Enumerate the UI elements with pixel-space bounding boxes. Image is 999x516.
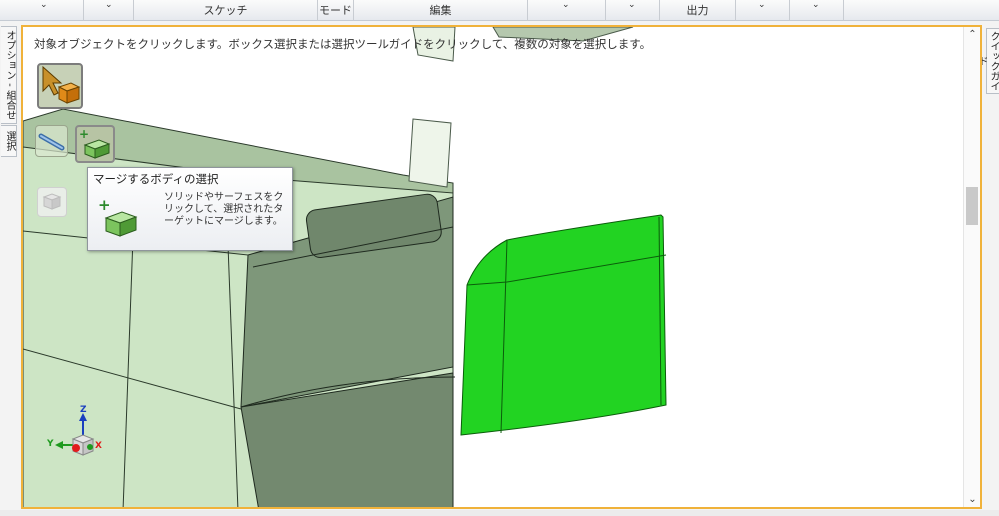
ribbon-group-label: 出力 (686, 4, 709, 17)
axis-label-y: Y (47, 439, 54, 449)
svg-text:+: + (79, 127, 89, 141)
tab-selection[interactable]: 選択 (1, 125, 17, 157)
ribbon-group-edit[interactable]: 編集 (354, 0, 528, 21)
ribbon-group-output[interactable]: 出力 (660, 0, 736, 21)
design-viewport[interactable]: 対象オブジェクトをクリックします。ボックス選択または選択ツールガイドをクリックし… (21, 25, 982, 509)
chevron-down-icon[interactable]: ⌄ (628, 0, 636, 16)
selected-body (460, 214, 667, 436)
ribbon-group-mode[interactable]: モード (318, 0, 354, 21)
axis-label-x: X (95, 441, 102, 451)
ribbon-group[interactable]: ⌄ (84, 0, 134, 21)
ribbon-group[interactable]: ⌄ (736, 0, 790, 21)
pull-tool-button[interactable] (35, 125, 68, 157)
pull-tool-icon (38, 133, 65, 151)
chevron-down-icon[interactable]: ⌄ (40, 0, 48, 16)
scrollbar-thumb[interactable] (966, 187, 978, 225)
ribbon-group[interactable]: ⌄ (790, 0, 844, 21)
merge-body-icon: + (79, 127, 111, 159)
svg-text:+: + (98, 196, 111, 214)
tooltip-description: ソリッドやサーフェスをクリックして、選択されたターゲットにマージします。 (164, 192, 284, 227)
scroll-up-icon[interactable]: ⌃ (964, 29, 980, 40)
select-tool-button[interactable] (37, 63, 83, 109)
tab-quick-guide[interactable]: クイックガイド (976, 28, 999, 94)
axis-triad: Z Y X (45, 405, 105, 465)
ribbon-group[interactable]: ⌄ (606, 0, 660, 21)
merge-body-icon: + (98, 196, 138, 237)
inactive-tool-button[interactable] (37, 187, 67, 217)
triad-icon (55, 413, 95, 456)
status-hint: 対象オブジェクトをクリックします。ボックス選択または選択ツールガイドをクリックし… (34, 37, 652, 51)
tooltip-title: マージするボディの選択 (93, 172, 219, 186)
cube-icon (42, 193, 62, 210)
ribbon-group[interactable]: ⌄ (0, 0, 84, 21)
chevron-down-icon[interactable]: ⌄ (105, 0, 113, 16)
chevron-down-icon[interactable]: ⌄ (562, 0, 570, 16)
ribbon-group[interactable]: ⌄ (528, 0, 606, 21)
merge-body-button[interactable]: + (75, 125, 115, 163)
ribbon-group-label: 編集 (429, 4, 452, 17)
ribbon-group-label: スケッチ (203, 4, 248, 17)
chevron-down-icon[interactable]: ⌄ (758, 0, 766, 16)
thin-panel-mid (408, 118, 452, 188)
chevron-down-icon[interactable]: ⌄ (812, 0, 820, 16)
ribbon-group-sketch[interactable]: スケッチ (134, 0, 318, 21)
viewport-scrollbar[interactable]: ⌃ ⌄ (963, 27, 980, 507)
left-panel-tabs: オプション - 組合せ 選択 (0, 26, 17, 166)
bottom-strip (0, 510, 999, 516)
model-scene[interactable] (23, 27, 982, 509)
scroll-down-icon[interactable]: ⌄ (964, 494, 980, 505)
axis-label-z: Z (80, 405, 87, 415)
ribbon-group-label: モード (319, 4, 352, 17)
ribbon-group-bar: ⌄ ⌄ スケッチ モード 編集 ⌄ ⌄ 出力 ⌄ ⌄ (0, 0, 999, 21)
tab-options-combine[interactable]: オプション - 組合せ (1, 26, 17, 124)
merge-tooltip: マージするボディの選択 + ソリッドやサーフェスをクリックして、選択されたターゲ… (87, 167, 293, 251)
select-target-icon (42, 65, 81, 104)
